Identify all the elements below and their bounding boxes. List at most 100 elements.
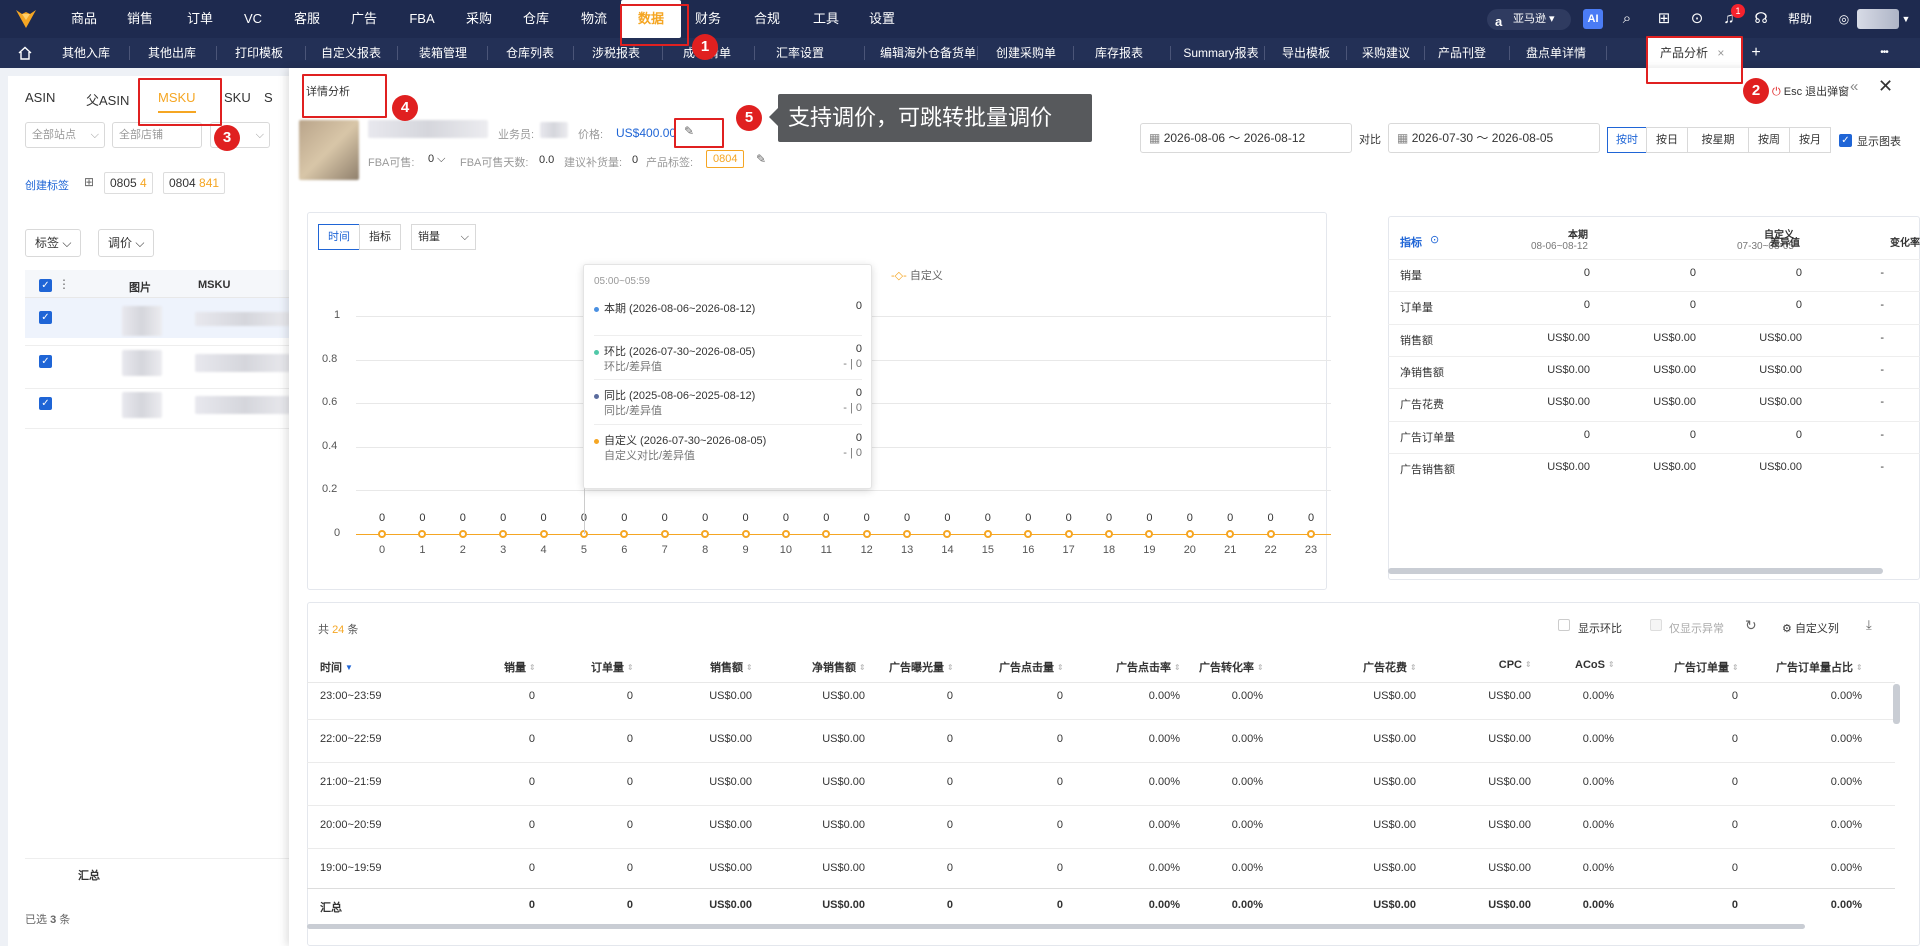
granularity-hour-button[interactable]: 按时 xyxy=(1607,127,1647,153)
info-icon[interactable]: ⊙ xyxy=(1430,233,1439,246)
tab-item[interactable]: 盘点单详情 xyxy=(1526,38,1586,68)
tab-item[interactable]: 库存报表 xyxy=(1095,38,1143,68)
more-tabs-icon[interactable]: ••• xyxy=(1880,38,1888,68)
nav-item[interactable]: 销售 xyxy=(110,0,170,38)
column-header[interactable]: 销量 ⇕ xyxy=(425,659,536,675)
tab-item[interactable]: 导出模板 xyxy=(1282,38,1330,68)
column-header[interactable]: 广告订单量占比 ⇕ xyxy=(1752,659,1863,675)
nav-item[interactable]: 物流 xyxy=(564,0,624,38)
home-icon[interactable] xyxy=(18,46,32,60)
column-header[interactable]: 广告转化率 ⇕ xyxy=(1153,659,1264,675)
ai-assistant-icon[interactable]: AI xyxy=(1583,9,1603,29)
tag-dropdown-button[interactable]: 标签 ⌵ xyxy=(25,229,82,257)
help-link[interactable]: 帮助 xyxy=(1788,0,1812,38)
data-point[interactable] xyxy=(741,530,750,538)
granularity-weekday-button[interactable]: 按星期 xyxy=(1687,127,1749,153)
column-menu-icon[interactable]: ⋮ xyxy=(58,277,70,291)
list-tab[interactable]: SKU xyxy=(224,90,251,105)
data-point[interactable] xyxy=(1307,530,1315,538)
export-icon[interactable]: ⤓ xyxy=(1866,617,1872,633)
apps-grid-icon[interactable]: ⊞ xyxy=(1654,9,1674,29)
search-icon[interactable]: ⌕ xyxy=(1617,9,1637,29)
compare-date-range-picker[interactable]: ▦ 2026-07-30 ～ 2026-08-05 xyxy=(1388,123,1600,153)
tab-item[interactable]: Summary报表 xyxy=(1183,38,1258,68)
tab-item[interactable]: 自定义报表 xyxy=(321,38,381,68)
list-tab[interactable]: ASIN xyxy=(25,90,55,105)
metrics-scrollbar[interactable] xyxy=(1388,568,1883,574)
column-header[interactable]: 广告点击量 ⇕ xyxy=(953,659,1064,675)
select-all-checkbox[interactable]: ✓ xyxy=(39,279,52,292)
granularity-month-button[interactable]: 按月 xyxy=(1789,127,1831,153)
chart-legend-custom[interactable]: -◇- 自定义 xyxy=(891,267,943,283)
tag-grid-icon[interactable]: ⊞ xyxy=(84,175,94,189)
tab-item[interactable]: 创建采购单 xyxy=(996,38,1056,68)
column-header[interactable]: 广告订单量 ⇕ xyxy=(1628,659,1739,675)
chart-tab-time[interactable]: 时间 xyxy=(318,224,360,250)
nav-item[interactable]: 采购 xyxy=(449,0,509,38)
data-point[interactable] xyxy=(458,530,467,538)
table-vertical-scrollbar[interactable] xyxy=(1893,684,1900,724)
tab-item[interactable]: 汇率设置 xyxy=(776,38,824,68)
edit-tag-icon[interactable]: ✎ xyxy=(756,152,766,166)
refresh-icon[interactable]: ↻ xyxy=(1745,617,1757,634)
create-tag-link[interactable]: 创建标签 xyxy=(25,177,69,193)
data-point[interactable] xyxy=(862,530,871,538)
sort-icon[interactable]: ⇕ xyxy=(1257,664,1264,672)
tab-item[interactable]: 其他出库 xyxy=(148,38,196,68)
close-icon[interactable]: ✕ xyxy=(1878,76,1893,97)
sort-icon[interactable]: ⇕ xyxy=(746,664,753,672)
column-header[interactable]: 广告曝光量 ⇕ xyxy=(843,659,954,675)
product-tag-chip[interactable]: 0804 xyxy=(706,150,745,168)
sort-icon[interactable]: ⇕ xyxy=(1410,664,1417,672)
tab-item[interactable]: 产品刊登 xyxy=(1438,38,1486,68)
column-header[interactable]: 订单量 ⇕ xyxy=(523,659,634,675)
tag-chip-0804[interactable]: 0804 841 xyxy=(163,172,226,194)
sort-icon[interactable]: ⇕ xyxy=(1856,664,1863,672)
chart-tab-metric[interactable]: 指标 xyxy=(359,224,401,250)
nav-item[interactable]: 订单 xyxy=(170,0,230,38)
tab-item[interactable]: 采购建议 xyxy=(1362,38,1410,68)
sort-icon[interactable]: ⇕ xyxy=(1732,664,1739,672)
granularity-week-button[interactable]: 按周 xyxy=(1748,127,1790,153)
current-date-range-picker[interactable]: ▦ 2026-08-06 ～ 2026-08-12 xyxy=(1140,123,1352,153)
price-value[interactable]: US$400.00 xyxy=(616,126,676,140)
sort-icon[interactable]: ⇕ xyxy=(1608,661,1615,669)
data-point[interactable] xyxy=(983,530,992,538)
column-header[interactable]: 广告花费 ⇕ xyxy=(1306,659,1417,675)
avatar[interactable] xyxy=(1857,9,1899,29)
add-tab-button[interactable]: + xyxy=(1751,38,1760,68)
site-filter-select[interactable]: 全部站点 ⌵ xyxy=(25,122,105,148)
nav-item[interactable]: 客服 xyxy=(277,0,337,38)
fba-available-value[interactable]: 0 ⌵ xyxy=(428,153,446,166)
tab-item[interactable]: 其他入库 xyxy=(62,38,110,68)
data-point[interactable] xyxy=(378,530,386,538)
column-header[interactable]: ACoS ⇕ xyxy=(1504,659,1615,671)
data-point[interactable] xyxy=(660,530,669,538)
row-checkbox[interactable]: ✓ xyxy=(39,311,52,324)
tab-item[interactable]: 编辑海外仓备货单 xyxy=(880,38,976,68)
sort-icon[interactable]: ▼ xyxy=(345,664,353,672)
data-point[interactable] xyxy=(1105,530,1114,538)
price-adjust-dropdown-button[interactable]: 调价 ⌵ xyxy=(98,229,155,257)
tab-item[interactable]: 打印模板 xyxy=(235,38,283,68)
tag-chip-0805[interactable]: 0805 4 xyxy=(104,172,153,194)
sort-icon[interactable]: ⇕ xyxy=(1057,664,1064,672)
column-header[interactable]: 销售额 ⇕ xyxy=(642,659,753,675)
only-abnormal-checkbox[interactable] xyxy=(1650,619,1662,631)
download-icon[interactable]: ⊙ xyxy=(1687,9,1707,29)
chart-metric-select[interactable]: 销量 ⌵ xyxy=(411,224,476,250)
table-horizontal-scrollbar[interactable] xyxy=(307,924,1805,929)
list-tab[interactable]: S xyxy=(264,90,273,105)
nav-item[interactable]: 广告 xyxy=(334,0,394,38)
data-point[interactable] xyxy=(539,530,548,538)
chevron-down-icon[interactable]: ▼ xyxy=(1896,9,1916,29)
nav-item[interactable]: 仓库 xyxy=(506,0,566,38)
data-point[interactable] xyxy=(1266,530,1275,538)
row-checkbox[interactable]: ✓ xyxy=(39,397,52,410)
user-icon[interactable]: ◎ xyxy=(1834,9,1854,29)
marketplace-switch[interactable]: a 亚马逊 ▾ xyxy=(1487,9,1571,30)
brand-logo-icon[interactable] xyxy=(14,8,38,30)
tab-item[interactable]: 装箱管理 xyxy=(419,38,467,68)
metrics-header-metric[interactable]: 指标 xyxy=(1400,234,1422,250)
sort-icon[interactable]: ⇕ xyxy=(627,664,634,672)
